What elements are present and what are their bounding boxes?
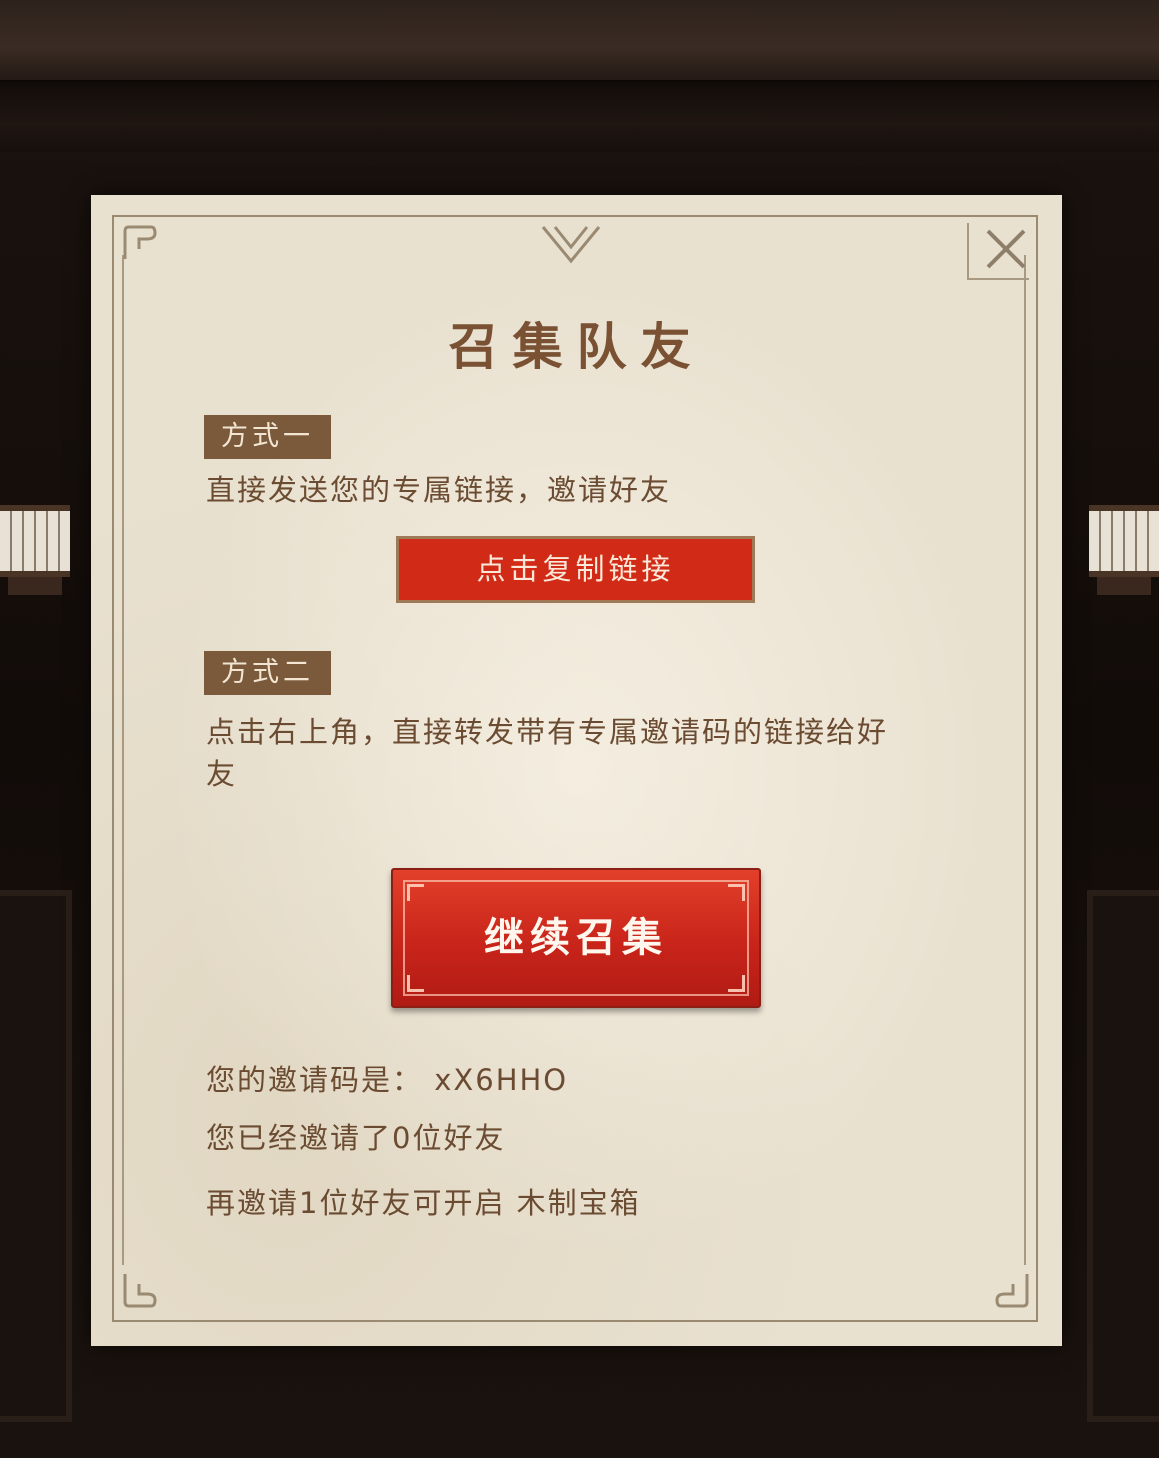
button-corner [407, 884, 424, 901]
ceiling-beam [0, 82, 1159, 152]
copy-link-button[interactable]: 点击复制链接 [396, 536, 755, 603]
lantern-base [8, 577, 62, 595]
lantern-shade [0, 505, 70, 577]
button-corner [728, 975, 745, 992]
lantern-right [1089, 485, 1159, 605]
corner-ornament-icon [123, 225, 157, 259]
method-two-description: 点击右上角，直接转发带有专属邀请码的链接给好友 [206, 715, 889, 791]
corner-ornament-icon [123, 1274, 157, 1308]
corner-ornament-icon [995, 1274, 1029, 1308]
method-two-tag: 方式二 [204, 651, 331, 695]
wall-panel-left [0, 890, 72, 1422]
top-bar [0, 0, 1159, 82]
invite-code-text: 您的邀请码是： xX6HHO [206, 1063, 569, 1097]
dialog-title: 召集队友 [448, 317, 705, 376]
lantern-shade [1089, 505, 1159, 577]
lantern-left [0, 485, 70, 605]
method-one-description: 直接发送您的专属链接，邀请好友 [206, 473, 672, 507]
button-corner [407, 975, 424, 992]
button-corner [728, 884, 745, 901]
close-icon[interactable] [976, 221, 1034, 279]
invited-count-text: 您已经邀请了0位好友 [206, 1121, 506, 1155]
invite-dialog: 召集队友 方式一 直接发送您的专属链接，邀请好友 点击复制链接 方式二 点击右上… [91, 195, 1062, 1346]
continue-summon-button[interactable]: 继续召集 [391, 868, 761, 1008]
wall-panel-right [1087, 890, 1159, 1422]
chevron-ornament-icon [541, 226, 601, 264]
method-one-tag: 方式一 [204, 415, 331, 459]
lantern-base [1097, 577, 1151, 595]
reward-progress-text: 再邀请1位好友可开启 木制宝箱 [206, 1186, 641, 1220]
continue-summon-label: 继续召集 [484, 915, 668, 961]
